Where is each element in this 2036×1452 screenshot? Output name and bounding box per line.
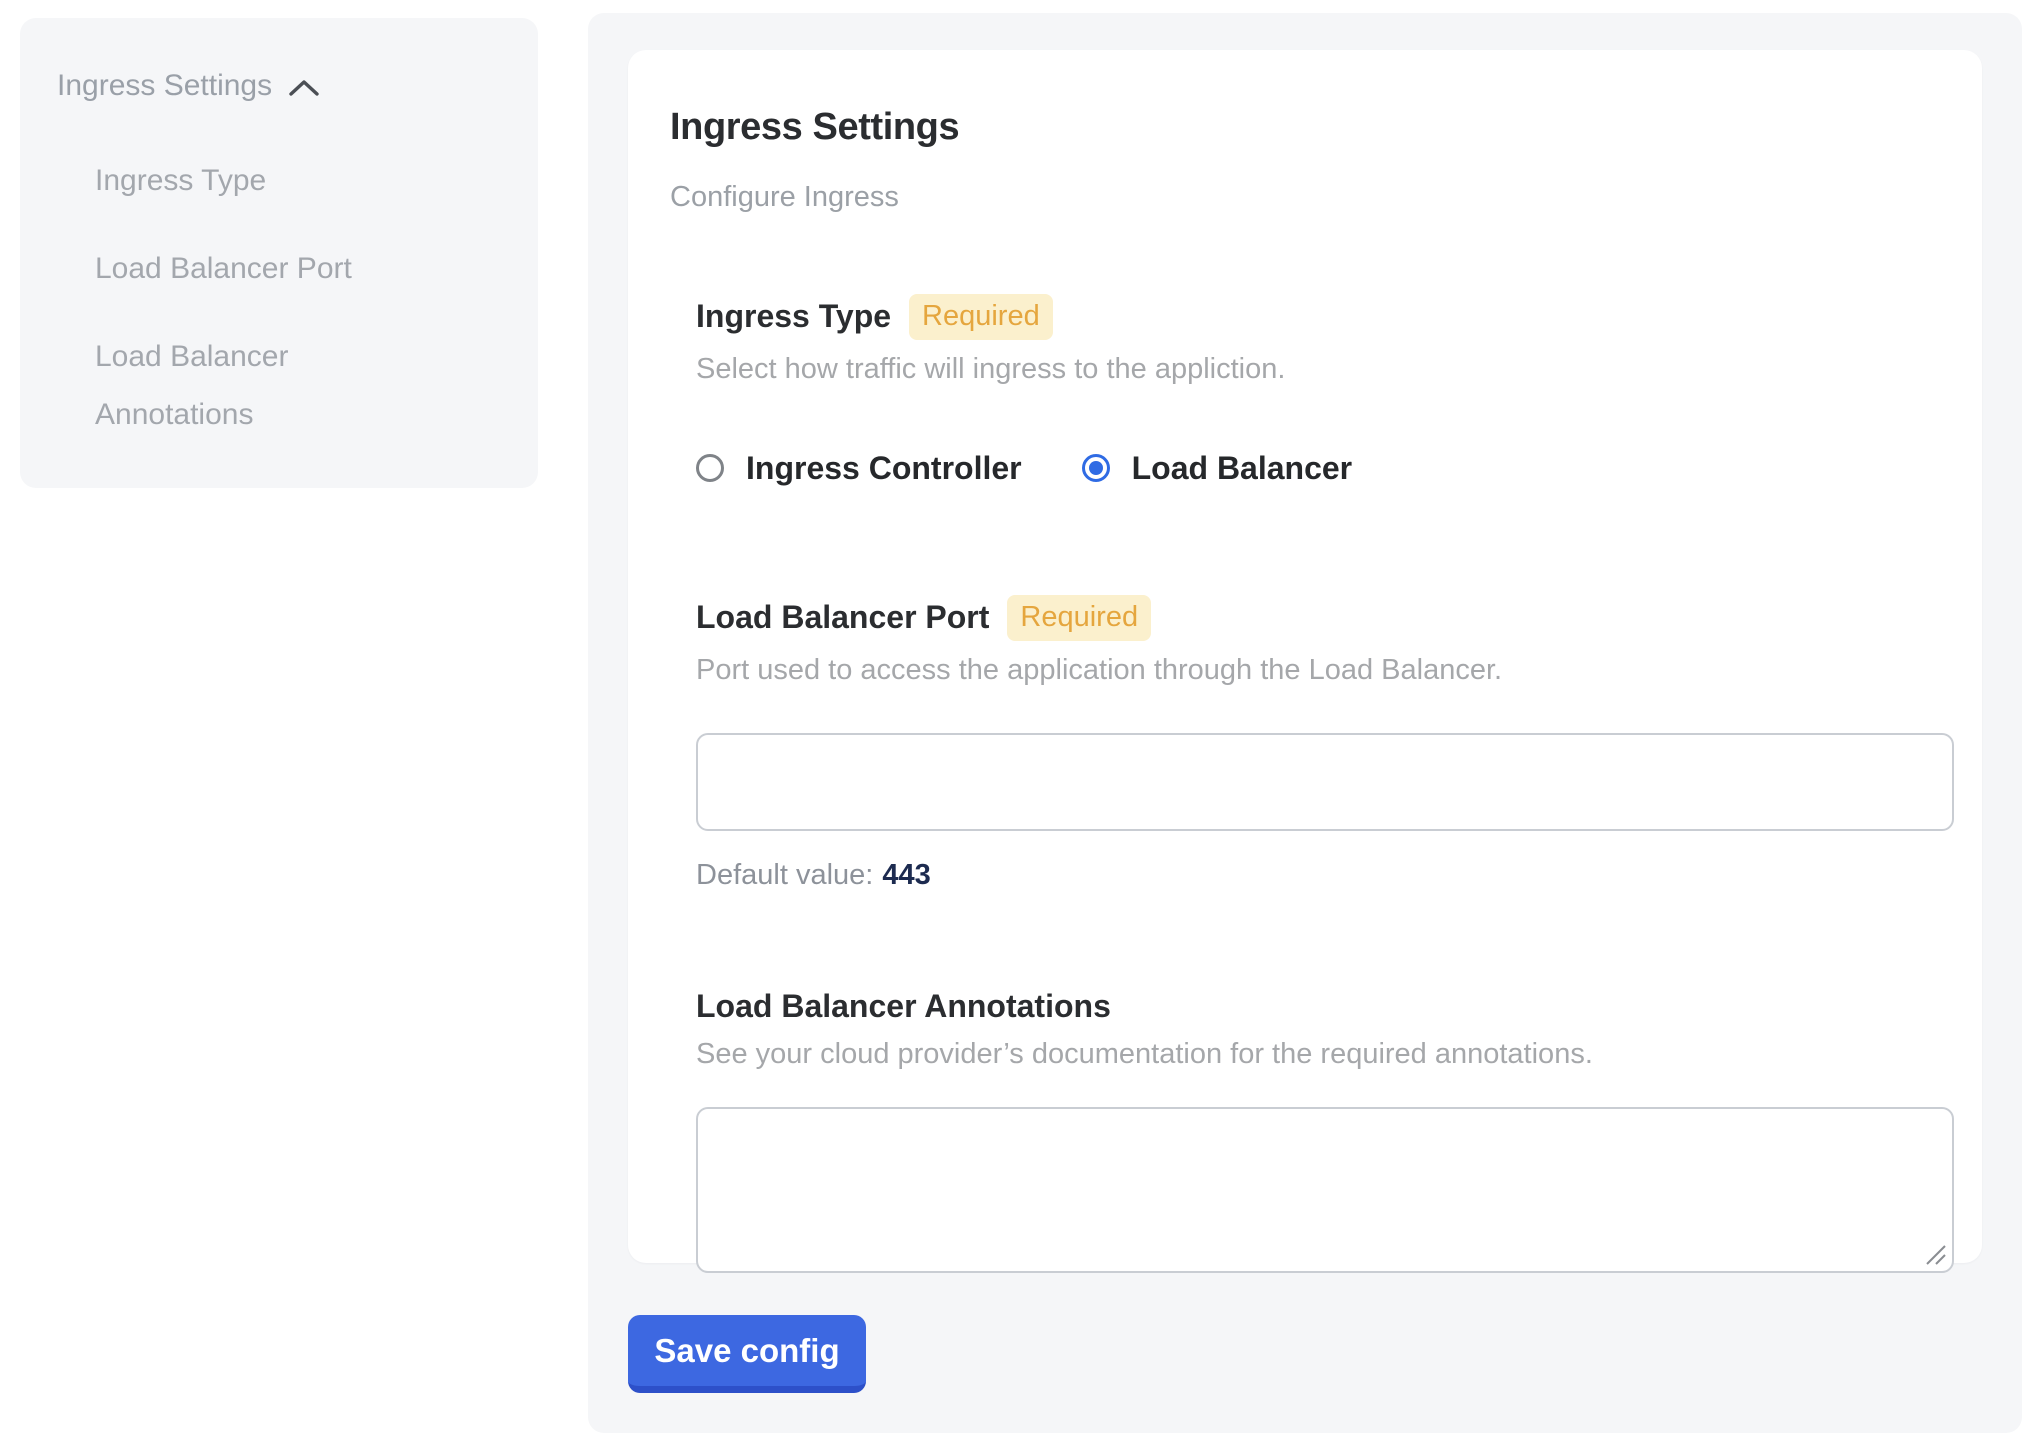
sidebar-item-ingress-settings[interactable]: Ingress Settings (57, 66, 510, 106)
chevron-up-icon[interactable] (288, 77, 320, 99)
sidebar-item-ingress-type[interactable]: Ingress Type (95, 152, 407, 210)
load-balancer-annotations-textarea[interactable] (696, 1107, 1954, 1273)
load-balancer-port-input[interactable] (696, 733, 1954, 831)
resize-handle-icon[interactable] (1925, 1244, 1947, 1266)
radio-option-load-balancer[interactable]: Load Balancer (1082, 450, 1353, 487)
radio-unselected-icon[interactable] (696, 454, 724, 482)
page-title: Ingress Settings (670, 106, 1952, 149)
sidebar-item-load-balancer-annotations[interactable]: Load Balancer Annotations (95, 328, 407, 444)
required-badge: Required (909, 294, 1053, 340)
default-value: 443 (882, 859, 930, 891)
section-title: Load Balancer Port (696, 599, 989, 636)
section-description: Port used to access the application thro… (696, 654, 1952, 687)
default-value-label: Default value: (696, 859, 873, 891)
page-subtitle: Configure Ingress (670, 181, 1952, 214)
section-load-balancer-annotations: Load Balancer Annotations See your cloud… (696, 988, 1952, 1273)
section-description: See your cloud provider’s documentation … (696, 1038, 1952, 1071)
section-description: Select how traffic will ingress to the a… (696, 353, 1952, 386)
settings-nav-sidebar: Ingress Settings Ingress Type Load Balan… (20, 18, 538, 488)
section-title-row: Ingress Type Required (696, 294, 1952, 340)
section-title: Ingress Type (696, 298, 891, 335)
save-config-button[interactable]: Save config (628, 1315, 866, 1393)
section-title-row: Load Balancer Port Required (696, 595, 1952, 641)
section-ingress-type: Ingress Type Required Select how traffic… (696, 294, 1952, 487)
section-title: Load Balancer Annotations (696, 988, 1111, 1025)
annotations-textarea-wrap (696, 1107, 1954, 1273)
section-title-row: Load Balancer Annotations (696, 988, 1952, 1025)
sidebar-subitems: Ingress Type Load Balancer Port Load Bal… (95, 152, 510, 444)
sidebar-header-label: Ingress Settings (57, 66, 272, 106)
radio-option-ingress-controller[interactable]: Ingress Controller (696, 450, 1022, 487)
default-value-line: Default value: 443 (696, 859, 1952, 892)
ingress-type-radio-group: Ingress Controller Load Balancer (696, 450, 1952, 487)
required-badge: Required (1007, 595, 1151, 641)
radio-label: Load Balancer (1132, 450, 1353, 487)
radio-label: Ingress Controller (746, 450, 1022, 487)
section-load-balancer-port: Load Balancer Port Required Port used to… (696, 595, 1952, 892)
radio-selected-icon[interactable] (1082, 454, 1110, 482)
ingress-settings-card: Ingress Settings Configure Ingress Ingre… (628, 50, 1982, 1263)
settings-panel: Ingress Settings Configure Ingress Ingre… (588, 13, 2022, 1433)
sidebar-item-load-balancer-port[interactable]: Load Balancer Port (95, 240, 407, 298)
